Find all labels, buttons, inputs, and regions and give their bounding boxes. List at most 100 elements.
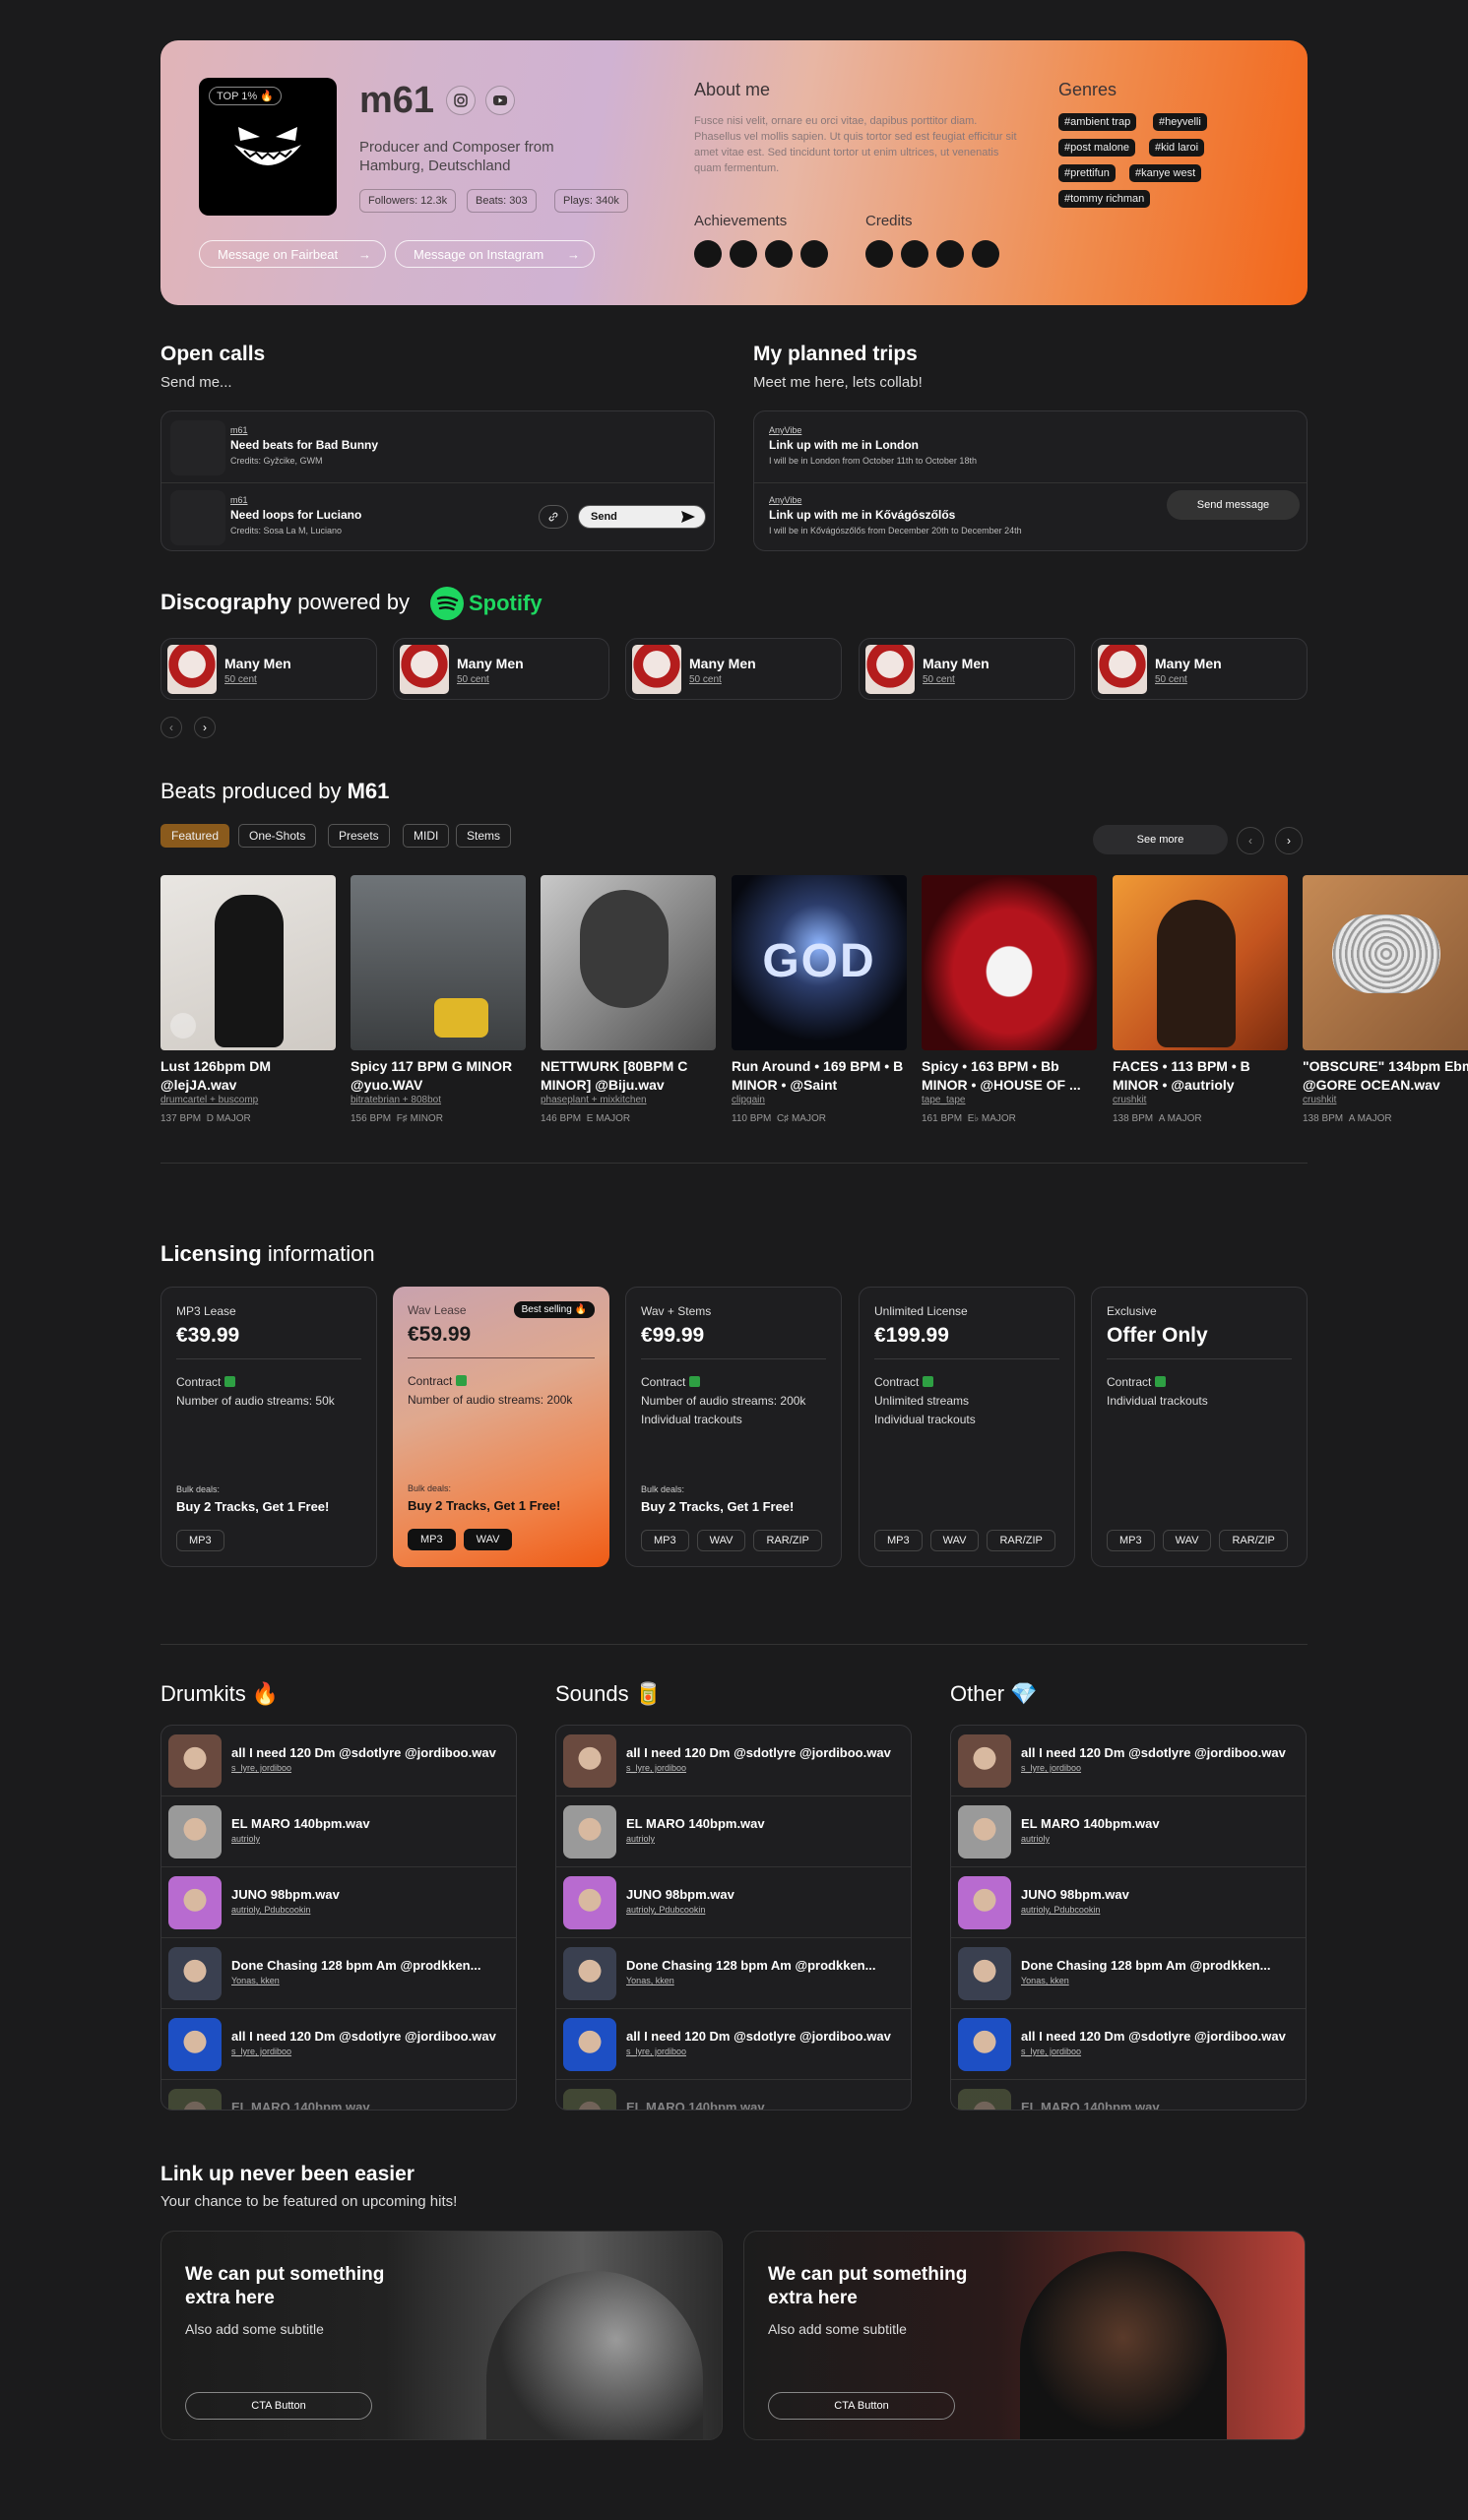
kit-row[interactable]: EL MARO 140bpm.wav: [556, 2080, 911, 2110]
license-card[interactable]: Wav + Stems €99.99 Contract Number of au…: [625, 1287, 842, 1567]
youtube-icon[interactable]: [485, 86, 515, 115]
kit-title[interactable]: EL MARO 140bpm.wav: [231, 1816, 370, 1831]
kit-title[interactable]: Done Chasing 128 bpm Am @prodkken...: [626, 1958, 875, 1973]
kit-row[interactable]: all I need 120 Dm @sdotlyre @jordiboo.wa…: [556, 2009, 911, 2080]
kit-authors[interactable]: s_lyre, jordiboo: [626, 2047, 686, 2056]
kit-row[interactable]: all I need 120 Dm @sdotlyre @jordiboo.wa…: [951, 1726, 1306, 1796]
beats-next-icon[interactable]: ›: [1275, 827, 1303, 854]
kit-title[interactable]: EL MARO 140bpm.wav: [626, 2100, 765, 2110]
format-chip[interactable]: WAV: [696, 1530, 746, 1551]
kit-row[interactable]: EL MARO 140bpm.wav autrioly: [161, 1796, 516, 1867]
spotify-logo[interactable]: Spotify: [430, 587, 543, 620]
kit-authors[interactable]: s_lyre, jordiboo: [1021, 1763, 1081, 1773]
trip-user[interactable]: AnyVibe: [769, 425, 801, 435]
beat-title[interactable]: "OBSCURE" 134bpm Ebm @GORE OCEAN.wav: [1303, 1057, 1468, 1095]
format-chip[interactable]: MP3: [641, 1530, 689, 1551]
message-fairbeat-button[interactable]: Message on Fairbeat →: [199, 240, 386, 268]
license-card[interactable]: Unlimited License €199.99 Contract Unlim…: [859, 1287, 1075, 1567]
kit-authors[interactable]: autrioly: [231, 1834, 260, 1844]
open-call-user[interactable]: m61: [230, 425, 248, 435]
play-icon[interactable]: [170, 1013, 196, 1039]
genre-tag[interactable]: #kid laroi: [1149, 139, 1205, 157]
kit-authors[interactable]: autrioly, Pdubcookin: [1021, 1905, 1100, 1915]
kit-authors[interactable]: s_lyre, jordiboo: [231, 1763, 291, 1773]
genre-tag[interactable]: #ambient trap: [1058, 113, 1137, 131]
beat-producer[interactable]: bitratebrian + 808bot: [351, 1095, 441, 1105]
beat-cover[interactable]: [1113, 875, 1288, 1050]
format-chip[interactable]: MP3: [408, 1529, 456, 1550]
filter-midi[interactable]: MIDI: [403, 824, 450, 848]
kit-row[interactable]: Done Chasing 128 bpm Am @prodkken... Yona…: [161, 1938, 516, 2009]
beat-title[interactable]: Lust 126bpm DM @lejJA.wav: [160, 1057, 336, 1095]
kit-title[interactable]: JUNO 98bpm.wav: [231, 1887, 340, 1902]
achievement-badge[interactable]: [765, 240, 793, 268]
kit-authors[interactable]: s_lyre, jordiboo: [1021, 2047, 1081, 2056]
kit-title[interactable]: all I need 120 Dm @sdotlyre @jordiboo.wa…: [626, 2029, 891, 2044]
album-card[interactable]: Many Men 50 cent: [160, 638, 377, 700]
beat-cover[interactable]: [922, 875, 1097, 1050]
kit-title[interactable]: all I need 120 Dm @sdotlyre @jordiboo.wa…: [231, 1745, 496, 1760]
license-card[interactable]: MP3 Lease €39.99 Contract Number of audi…: [160, 1287, 377, 1567]
trip-user[interactable]: AnyVibe: [769, 495, 801, 505]
license-card-featured[interactable]: Wav Lease Best selling 🔥 €59.99 Contract…: [393, 1287, 609, 1567]
beat-title[interactable]: NETTWURK [80BPM C MINOR] @Biju.wav: [541, 1057, 716, 1095]
format-chip[interactable]: RAR/ZIP: [753, 1530, 822, 1551]
beats-prev-icon[interactable]: ‹: [1237, 827, 1264, 854]
kit-row[interactable]: all I need 120 Dm @sdotlyre @jordiboo.wa…: [161, 2009, 516, 2080]
beat-title[interactable]: Spicy 117 BPM G MINOR @yuo.WAV: [351, 1057, 526, 1095]
genre-tag[interactable]: #kanye west: [1129, 164, 1202, 182]
beat-title[interactable]: Spicy • 163 BPM • Bb MINOR • @HOUSE OF .…: [922, 1057, 1097, 1095]
album-card[interactable]: Many Men 50 cent: [625, 638, 842, 700]
instagram-icon[interactable]: [446, 86, 476, 115]
kit-row[interactable]: EL MARO 140bpm.wav: [161, 2080, 516, 2110]
filter-one-shots[interactable]: One-Shots: [238, 824, 317, 848]
credit-avatar[interactable]: [936, 240, 964, 268]
format-chip[interactable]: WAV: [1162, 1530, 1212, 1551]
format-chip[interactable]: MP3: [874, 1530, 923, 1551]
format-chip[interactable]: WAV: [463, 1529, 513, 1550]
cta-card[interactable]: We can put something extra here Also add…: [160, 2231, 723, 2440]
kit-row[interactable]: all I need 120 Dm @sdotlyre @jordiboo.wa…: [161, 1726, 516, 1796]
kit-title[interactable]: Done Chasing 128 bpm Am @prodkken...: [231, 1958, 480, 1973]
genre-tag[interactable]: #tommy richman: [1058, 190, 1151, 208]
kit-authors[interactable]: Yonas, kken: [1021, 1976, 1069, 1985]
album-card[interactable]: Many Men 50 cent: [859, 638, 1075, 700]
kit-title[interactable]: EL MARO 140bpm.wav: [626, 1816, 765, 1831]
kit-row[interactable]: JUNO 98bpm.wav autrioly, Pdubcookin: [161, 1867, 516, 1938]
kit-title[interactable]: EL MARO 140bpm.wav: [231, 2100, 370, 2110]
send-message-button[interactable]: Send message: [1167, 490, 1300, 520]
cta-button[interactable]: CTA Button: [185, 2392, 372, 2420]
kit-title[interactable]: all I need 120 Dm @sdotlyre @jordiboo.wa…: [1021, 2029, 1286, 2044]
cta-card[interactable]: We can put something extra here Also add…: [743, 2231, 1306, 2440]
see-more-button[interactable]: See more: [1093, 825, 1228, 854]
beat-producer[interactable]: phaseplant + mixkitchen: [541, 1095, 647, 1105]
kit-title[interactable]: all I need 120 Dm @sdotlyre @jordiboo.wa…: [1021, 1745, 1286, 1760]
kit-title[interactable]: EL MARO 140bpm.wav: [1021, 2100, 1160, 2110]
kit-row[interactable]: Done Chasing 128 bpm Am @prodkken... Yona…: [951, 1938, 1306, 2009]
kit-title[interactable]: all I need 120 Dm @sdotlyre @jordiboo.wa…: [626, 1745, 891, 1760]
achievement-badge[interactable]: [730, 240, 757, 268]
album-artist[interactable]: 50 cent: [1155, 674, 1187, 685]
kit-title[interactable]: Done Chasing 128 bpm Am @prodkken...: [1021, 1958, 1270, 1973]
beat-cover[interactable]: [351, 875, 526, 1050]
kit-authors[interactable]: autrioly, Pdubcookin: [231, 1905, 310, 1915]
open-call-user[interactable]: m61: [230, 495, 248, 505]
prev-arrow-icon[interactable]: ‹: [160, 717, 182, 738]
beat-producer[interactable]: tape_tape: [922, 1095, 966, 1105]
album-artist[interactable]: 50 cent: [923, 674, 955, 685]
album-artist[interactable]: 50 cent: [457, 674, 489, 685]
kit-row[interactable]: JUNO 98bpm.wav autrioly, Pdubcookin: [951, 1867, 1306, 1938]
kit-authors[interactable]: s_lyre, jordiboo: [626, 1763, 686, 1773]
achievement-badge[interactable]: [800, 240, 828, 268]
license-card[interactable]: Exclusive Offer Only Contract Individual…: [1091, 1287, 1308, 1567]
achievement-badge[interactable]: [694, 240, 722, 268]
kit-row[interactable]: EL MARO 140bpm.wav: [951, 2080, 1306, 2110]
album-artist[interactable]: 50 cent: [224, 674, 257, 685]
format-chip[interactable]: RAR/ZIP: [1219, 1530, 1288, 1551]
genre-tag[interactable]: #heyvelli: [1153, 113, 1207, 131]
kit-title[interactable]: EL MARO 140bpm.wav: [1021, 1816, 1160, 1831]
credit-avatar[interactable]: [901, 240, 928, 268]
kit-title[interactable]: JUNO 98bpm.wav: [1021, 1887, 1129, 1902]
beat-producer[interactable]: crushkit: [1303, 1095, 1336, 1105]
format-chip[interactable]: MP3: [1107, 1530, 1155, 1551]
